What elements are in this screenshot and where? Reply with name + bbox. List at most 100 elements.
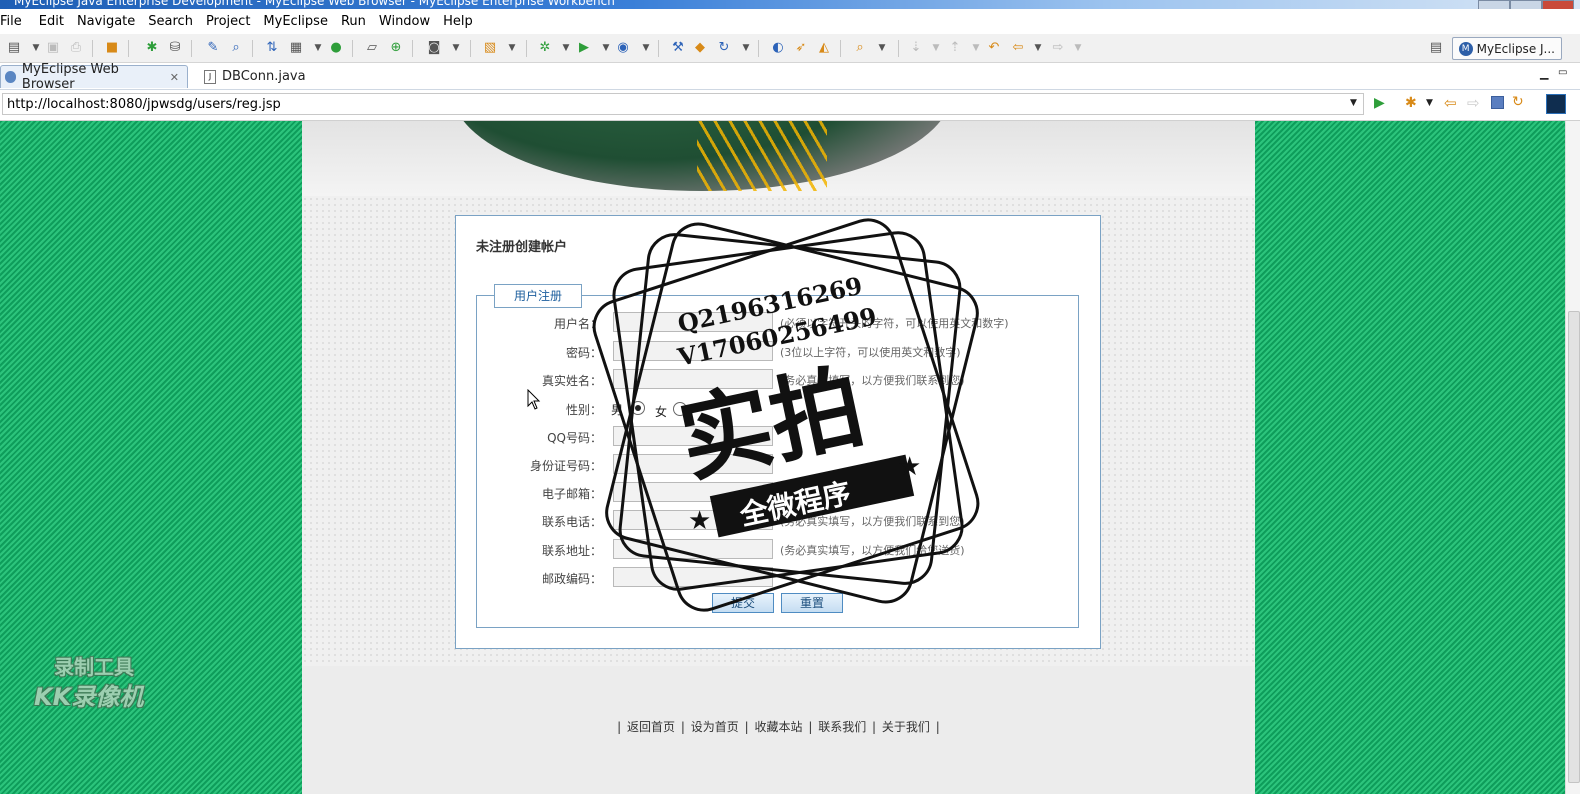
email-input[interactable] bbox=[613, 482, 773, 502]
forward-icon[interactable]: ⇨ bbox=[1467, 94, 1480, 112]
open-type-icon[interactable]: ◐ bbox=[770, 40, 786, 56]
open-task-icon[interactable]: ◭ bbox=[816, 40, 832, 56]
prev-annotation-icon[interactable]: ⇡ bbox=[947, 40, 963, 56]
chevron-down-icon[interactable]: ▼ bbox=[598, 40, 614, 56]
submit-button[interactable]: 提交 bbox=[712, 593, 774, 613]
menu-myeclipse[interactable]: MyEclipse bbox=[259, 14, 337, 29]
search-tool-icon[interactable]: ⌕ bbox=[228, 40, 244, 56]
close-window-button[interactable] bbox=[1542, 0, 1574, 9]
chevron-down-icon[interactable]: ▼ bbox=[448, 40, 464, 56]
package-icon[interactable]: ■ bbox=[104, 40, 120, 56]
reset-button[interactable]: 重置 bbox=[781, 593, 843, 613]
menu-edit[interactable]: Edit bbox=[31, 14, 73, 29]
menu-navigate[interactable]: Navigate bbox=[73, 14, 144, 29]
chevron-down-icon[interactable]: ▼ bbox=[928, 40, 944, 56]
mouse-cursor-icon bbox=[527, 389, 541, 410]
last-edit-icon[interactable]: ↶ bbox=[986, 40, 1002, 56]
external-tools-icon[interactable]: ◉ bbox=[615, 40, 631, 56]
view-icon[interactable] bbox=[1546, 94, 1566, 114]
chevron-down-icon[interactable]: ▼ bbox=[1070, 40, 1086, 56]
chevron-down-icon[interactable]: ▼ bbox=[28, 40, 44, 56]
tab-dbconn[interactable]: J DBConn.java bbox=[200, 65, 330, 88]
chevron-down-icon[interactable]: ▼ bbox=[504, 40, 520, 56]
menu-window[interactable]: Window bbox=[375, 14, 439, 29]
chevron-down-icon[interactable]: ▼ bbox=[968, 40, 984, 56]
type-hierarchy-icon[interactable]: ⚒ bbox=[670, 40, 686, 56]
stop-icon[interactable] bbox=[1491, 96, 1504, 109]
chevron-down-icon[interactable]: ▼ bbox=[638, 40, 654, 56]
gender-male-radio[interactable] bbox=[631, 401, 645, 415]
qq-input[interactable] bbox=[613, 426, 773, 446]
url-input[interactable] bbox=[2, 93, 1364, 115]
register-title: 未注册创建帐户 bbox=[476, 240, 568, 255]
back-icon[interactable]: ⇦ bbox=[1010, 40, 1026, 56]
realname-input[interactable] bbox=[613, 369, 773, 389]
menu-search[interactable]: Search bbox=[144, 14, 202, 29]
chevron-down-icon[interactable]: ▼ bbox=[874, 40, 890, 56]
chevron-down-icon[interactable]: ▼ bbox=[738, 40, 754, 56]
address-input[interactable] bbox=[613, 539, 773, 559]
back-icon[interactable]: ⇦ bbox=[1444, 94, 1457, 112]
password-input[interactable] bbox=[613, 341, 773, 361]
maximize-button[interactable] bbox=[1510, 0, 1542, 9]
refresh-icon[interactable]: ↻ bbox=[1512, 94, 1524, 110]
chevron-down-icon[interactable]: ▼ bbox=[310, 40, 326, 56]
browser-tools-icon[interactable]: ✱ bbox=[1405, 95, 1417, 111]
footer-link-home[interactable]: 返回首页 bbox=[625, 720, 677, 734]
chevron-down-icon[interactable]: ▼ bbox=[1426, 98, 1433, 108]
rocket-icon[interactable]: ➶ bbox=[793, 40, 809, 56]
folder-icon[interactable]: ▱ bbox=[364, 40, 380, 56]
maximize-view-icon[interactable]: ▭ bbox=[1558, 67, 1567, 78]
tab-web-browser[interactable]: MyEclipse Web Browser ✕ bbox=[0, 62, 188, 92]
crane-image bbox=[697, 121, 827, 191]
class-icon[interactable]: ◆ bbox=[692, 40, 708, 56]
menu-project[interactable]: Project bbox=[202, 14, 259, 29]
minimize-button[interactable] bbox=[1478, 0, 1510, 9]
forward-icon[interactable]: ⇨ bbox=[1050, 40, 1066, 56]
chevron-down-icon[interactable]: ▼ bbox=[1030, 40, 1046, 56]
tab-label: DBConn.java bbox=[222, 69, 306, 84]
footer-link-about[interactable]: 关于我们 bbox=[880, 720, 932, 734]
gear-icon[interactable]: ✱ bbox=[144, 40, 160, 56]
next-annotation-icon[interactable]: ⇣ bbox=[908, 40, 924, 56]
print-icon[interactable]: ⎙ bbox=[68, 40, 84, 56]
scrollbar-thumb[interactable] bbox=[1568, 311, 1580, 783]
minimize-view-icon[interactable]: ▁ bbox=[1540, 67, 1548, 80]
gender-female-radio[interactable] bbox=[673, 402, 687, 416]
globe-icon[interactable]: ● bbox=[328, 40, 344, 56]
go-icon[interactable]: ▶ bbox=[1374, 95, 1385, 111]
close-icon[interactable]: ✕ bbox=[170, 71, 179, 84]
server-icon[interactable]: ⛁ bbox=[167, 40, 183, 56]
menu-run[interactable]: Run bbox=[337, 14, 375, 29]
url-dropdown-icon[interactable]: ▼ bbox=[1350, 98, 1357, 108]
footer-link-sethome[interactable]: 设为首页 bbox=[689, 720, 741, 734]
perspective-switcher[interactable]: M MyEclipse J... bbox=[1451, 37, 1562, 60]
deploy-icon[interactable]: ⇅ bbox=[264, 40, 280, 56]
refresh-icon[interactable]: ↻ bbox=[716, 40, 732, 56]
wizard-icon[interactable]: ✎ bbox=[205, 40, 221, 56]
run-icon[interactable]: ▶ bbox=[576, 40, 592, 56]
footer-link-contact[interactable]: 联系我们 bbox=[816, 720, 868, 734]
idcard-input[interactable] bbox=[613, 454, 773, 474]
zipcode-input[interactable] bbox=[613, 567, 773, 587]
chevron-down-icon[interactable]: ▼ bbox=[558, 40, 574, 56]
menu-help[interactable]: Help bbox=[439, 14, 482, 29]
camera-icon[interactable]: ◙ bbox=[426, 40, 442, 56]
add-icon[interactable]: ⊕ bbox=[388, 40, 404, 56]
save-icon[interactable]: ▣ bbox=[45, 40, 61, 56]
menu-file[interactable]: File bbox=[0, 14, 31, 29]
footer-links: | 返回首页 | 设为首页 | 收藏本站 | 联系我们 | 关于我们 | bbox=[617, 720, 940, 734]
document-icon[interactable]: ▦ bbox=[288, 40, 304, 56]
footer-link-bookmark[interactable]: 收藏本站 bbox=[752, 720, 804, 734]
search-folder-icon[interactable]: ⌕ bbox=[852, 40, 868, 56]
field-label: 真实姓名： bbox=[541, 374, 602, 388]
browser-urlbar: ▼ ▶ ✱ ▼ ⇦ ⇨ ↻ bbox=[0, 90, 1580, 121]
open-perspective-icon[interactable]: ▤ bbox=[1428, 40, 1444, 56]
tool-icon[interactable]: ▧ bbox=[482, 40, 498, 56]
field-label: 密码： bbox=[565, 346, 602, 360]
username-input[interactable] bbox=[613, 312, 773, 332]
phone-input[interactable] bbox=[613, 510, 773, 530]
new-icon[interactable]: ▤ bbox=[6, 40, 22, 56]
vertical-scrollbar[interactable] bbox=[1565, 121, 1580, 794]
debug-icon[interactable]: ✲ bbox=[537, 40, 553, 56]
